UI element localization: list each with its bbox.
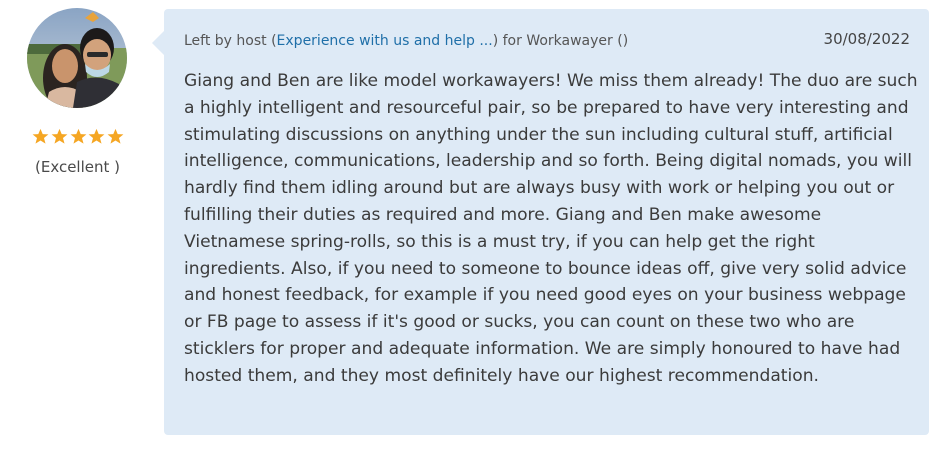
host-link[interactable]: Experience with us and help ... xyxy=(277,33,493,49)
meta-prefix: Left by host ( xyxy=(184,33,277,49)
star-icon xyxy=(32,128,49,144)
reviewer-column: (Excellent ) xyxy=(0,0,155,458)
rating-stars xyxy=(32,128,124,145)
star-icon xyxy=(70,128,86,144)
rating-label: (Excellent ) xyxy=(35,158,120,176)
review-item: (Excellent ) Left by host (Experience wi… xyxy=(0,0,949,458)
meta-suffix: ) xyxy=(622,33,629,49)
avatar-photo xyxy=(27,8,127,108)
star-icon xyxy=(51,128,68,144)
star-icon xyxy=(88,128,105,144)
review-meta: Left by host (Experience with us and hel… xyxy=(184,33,628,49)
review-date: 30/08/2022 xyxy=(823,30,910,48)
star-icon xyxy=(107,128,124,144)
meta-middle: ) for Workawayer ( xyxy=(492,33,623,49)
review-bubble: Left by host (Experience with us and hel… xyxy=(152,9,929,435)
avatar[interactable] xyxy=(27,8,127,108)
review-text: Giang and Ben are like model workawayers… xyxy=(184,71,918,386)
